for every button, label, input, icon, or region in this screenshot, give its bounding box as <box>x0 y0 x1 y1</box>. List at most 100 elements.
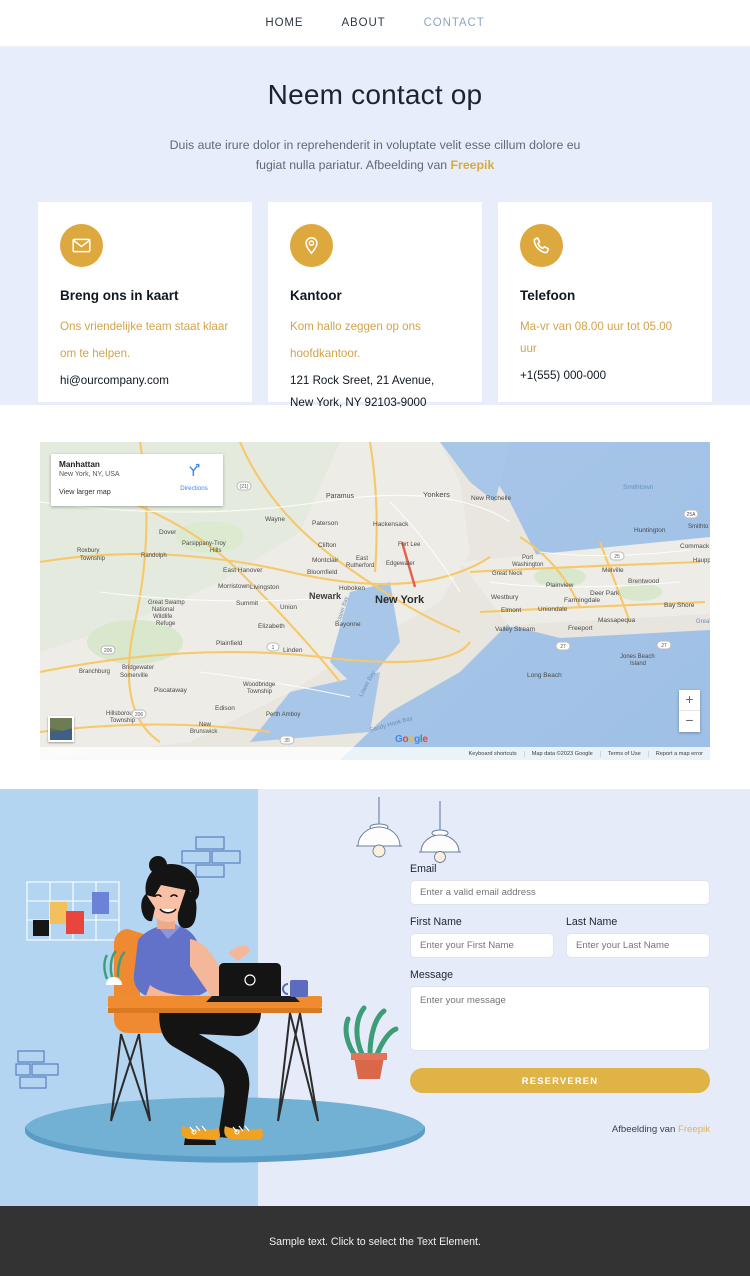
contact-card-office: Kantoor Kom hallo zeggen op ons hoofdkan… <box>268 202 482 409</box>
message-field[interactable] <box>410 986 710 1051</box>
svg-text:Hoboken: Hoboken <box>339 585 365 592</box>
hero-subtitle-text: Duis aute irure dolor in reprehenderit i… <box>169 138 581 172</box>
first-name-field[interactable] <box>410 933 554 958</box>
svg-text:Commack: Commack <box>680 543 710 550</box>
map-place-card[interactable]: Manhattan New York, NY, USA View larger … <box>51 454 223 506</box>
svg-text:Woodbridge: Woodbridge <box>243 682 276 688</box>
last-name-group: Last Name <box>566 916 710 958</box>
directions-button[interactable]: Directions <box>173 462 215 492</box>
hero-subtitle-link[interactable]: Freepik <box>451 158 495 172</box>
card-gold-line-1: Kom hallo zeggen op ons <box>290 320 421 333</box>
svg-text:East: East <box>356 556 368 562</box>
map-zoom-controls[interactable]: + − <box>679 690 700 732</box>
svg-text:Piscataway: Piscataway <box>154 687 188 694</box>
svg-text:Parsippany-Troy: Parsippany-Troy <box>182 541 226 547</box>
zoom-out-button[interactable]: − <box>679 711 700 732</box>
svg-text:Bay Shore: Bay Shore <box>664 602 695 609</box>
svg-text:Valley Stream: Valley Stream <box>495 626 535 633</box>
svg-text:New York: New York <box>375 594 425 606</box>
svg-text:Brunswick: Brunswick <box>190 729 218 735</box>
svg-text:Great S: Great S <box>696 619 710 625</box>
last-name-field[interactable] <box>566 933 710 958</box>
card-title: Kantoor <box>290 288 342 303</box>
svg-text:Somerville: Somerville <box>120 673 149 679</box>
contact-card-email: Breng ons in kaart Ons vriendelijke team… <box>38 202 252 402</box>
svg-text:(21): (21) <box>240 484 249 490</box>
svg-text:Freeport: Freeport <box>568 625 593 632</box>
pendant-lamp-right <box>419 801 461 863</box>
footer-text[interactable]: Sample text. Click to select the Text El… <box>269 1236 481 1248</box>
nav-item-about[interactable]: ABOUT <box>341 17 385 29</box>
card-gold-line-1: Ma-vr van 08.00 uur tot 05.00 uur <box>520 320 673 355</box>
submit-button[interactable]: RESERVEREN <box>410 1068 710 1093</box>
svg-text:206: 206 <box>135 712 144 718</box>
svg-text:Elmont: Elmont <box>501 607 521 614</box>
card-dark-line-1[interactable]: +1(555) 000-000 <box>520 365 690 387</box>
terms-of-use-link[interactable]: Terms of Use <box>599 750 648 757</box>
email-label: Email <box>410 863 437 875</box>
last-name-label: Last Name <box>566 916 618 928</box>
page-footer: Sample text. Click to select the Text El… <box>0 1206 750 1276</box>
image-credit: Afbeelding van Freepik <box>410 1124 710 1135</box>
card-title: Telefoon <box>520 288 576 303</box>
svg-text:Dover: Dover <box>159 529 177 536</box>
contact-card-phone: Telefoon Ma-vr van 08.00 uur tot 05.00 u… <box>498 202 712 402</box>
svg-text:Plainview: Plainview <box>546 582 574 589</box>
image-credit-link[interactable]: Freepik <box>678 1124 710 1135</box>
svg-text:Rutherford: Rutherford <box>346 563 374 569</box>
page-title: Neem contact op <box>267 79 483 110</box>
card-gold-line-1: Ons vriendelijke team staat klaar <box>60 320 229 333</box>
image-credit-text: Afbeelding van <box>611 1124 678 1135</box>
svg-text:Branchburg: Branchburg <box>79 669 110 675</box>
satellite-thumb-image <box>50 718 72 740</box>
svg-text:Township: Township <box>80 556 106 562</box>
svg-text:Edgewater: Edgewater <box>386 561 415 567</box>
svg-text:Edison: Edison <box>215 705 235 712</box>
svg-text:Bridgewater: Bridgewater <box>122 665 154 671</box>
svg-text:Livingston: Livingston <box>250 584 280 591</box>
svg-text:Smithto: Smithto <box>688 524 709 530</box>
svg-text:Huntington: Huntington <box>634 527 666 534</box>
svg-text:Long Beach: Long Beach <box>527 672 562 679</box>
map-attribution-bar: Keyboard shortcuts Map data ©2023 Google… <box>40 747 710 760</box>
svg-text:East Hanover: East Hanover <box>223 567 263 574</box>
report-map-error-link[interactable]: Report a map error <box>647 750 710 757</box>
svg-text:Refuge: Refuge <box>156 621 176 627</box>
zoom-in-button[interactable]: + <box>679 690 700 711</box>
map-data-credit: Map data ©2023 Google <box>523 750 600 757</box>
google-map-embed[interactable]: Paramus Yonkers New Rochelle Smithtown W… <box>40 442 710 760</box>
keyboard-shortcuts-link[interactable]: Keyboard shortcuts <box>462 751 524 757</box>
svg-text:Great Swamp: Great Swamp <box>148 600 185 606</box>
contact-form: Email First Name Last Name Message RESER… <box>410 863 710 1135</box>
satellite-toggle[interactable] <box>48 716 74 742</box>
card-gold-line-2: om te helpen. <box>60 347 131 360</box>
svg-text:Farmingdale: Farmingdale <box>564 597 601 604</box>
svg-text:National: National <box>152 607 174 613</box>
svg-text:Jones Beach: Jones Beach <box>620 654 655 660</box>
svg-text:Island: Island <box>630 661 646 667</box>
svg-text:Township: Township <box>247 689 273 695</box>
nav-item-home[interactable]: HOME <box>265 17 303 29</box>
svg-text:35: 35 <box>284 738 290 744</box>
email-field[interactable] <box>410 880 710 905</box>
svg-text:Washington: Washington <box>512 562 543 568</box>
svg-text:Deer Park: Deer Park <box>590 590 620 597</box>
name-fields-row: First Name Last Name <box>410 916 710 958</box>
card-dark-line-2: New York, NY 92103-9000 <box>290 396 427 409</box>
svg-text:Elizabeth: Elizabeth <box>258 623 285 630</box>
svg-text:206: 206 <box>104 648 113 654</box>
svg-text:Port: Port <box>522 555 533 561</box>
svg-text:Clifton: Clifton <box>318 542 337 549</box>
directions-label: Directions <box>180 485 208 492</box>
svg-text:Yonkers: Yonkers <box>423 490 450 499</box>
first-name-group: First Name <box>410 916 554 958</box>
svg-text:Township: Township <box>110 718 136 724</box>
svg-text:27: 27 <box>560 644 566 650</box>
svg-text:Summit: Summit <box>236 600 258 607</box>
svg-text:Morristown: Morristown <box>218 583 250 590</box>
card-dark-line-1[interactable]: hi@ourcompany.com <box>60 370 230 392</box>
svg-text:Bloomfield: Bloomfield <box>307 569 338 576</box>
svg-text:Hackensack: Hackensack <box>373 521 409 528</box>
nav-item-contact[interactable]: CONTACT <box>424 17 485 29</box>
google-logo: Google <box>395 734 428 745</box>
